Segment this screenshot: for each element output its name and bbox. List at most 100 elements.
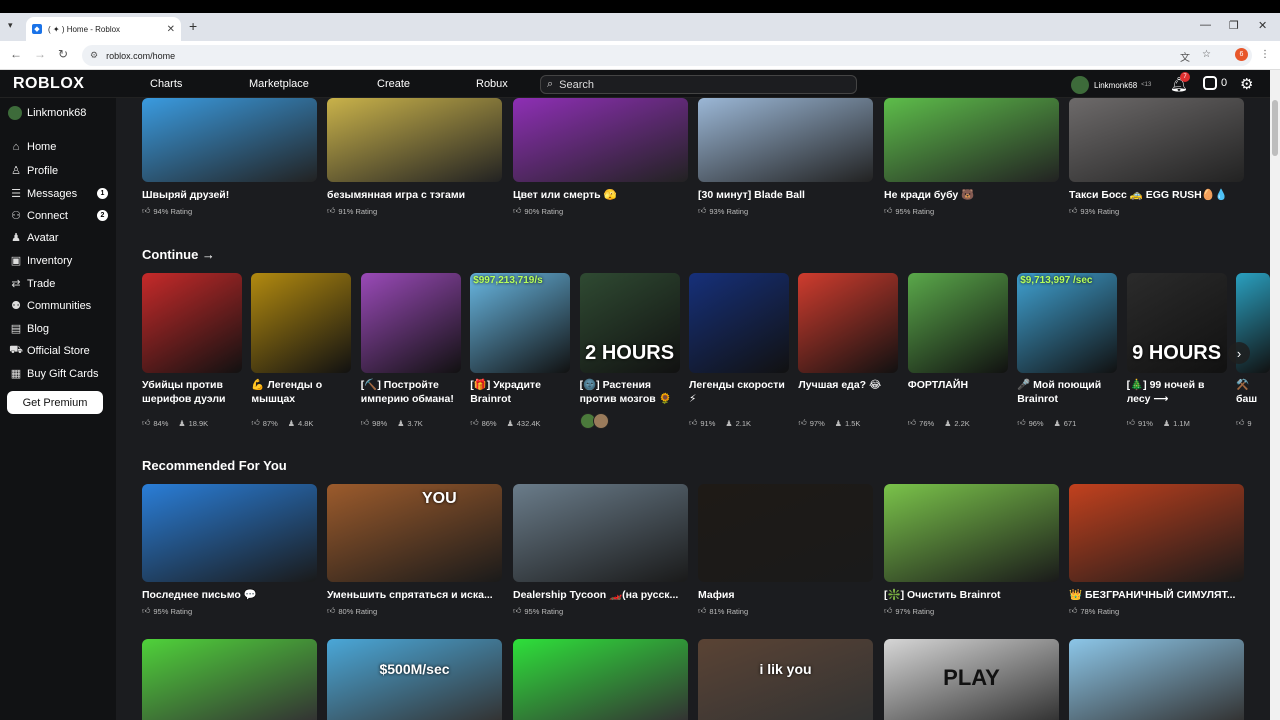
tab-search-icon[interactable]: ▾ <box>8 20 13 31</box>
header-user[interactable]: Linkmonk68 <13 <box>1071 76 1151 94</box>
game-title[interactable]: 💪 Легенды о мышцах <box>251 378 351 408</box>
game-title[interactable]: [⛏️] Постройте империю обмана! <box>361 378 461 408</box>
roblox-logo[interactable]: ROBLOX <box>13 75 84 93</box>
game-thumbnail[interactable] <box>327 98 502 182</box>
game-thumbnail[interactable] <box>798 273 899 373</box>
game-thumbnail[interactable] <box>513 98 688 182</box>
nav-create[interactable]: Create <box>377 78 410 90</box>
game-thumbnail[interactable] <box>513 639 688 720</box>
game-title[interactable]: Убийцы против шерифов дуэли <box>142 378 242 408</box>
game-thumbnail[interactable]: 2 HOURS <box>579 273 680 373</box>
close-window-icon[interactable]: ✕ <box>1258 19 1267 32</box>
game-thumbnail[interactable] <box>142 273 242 373</box>
forward-icon[interactable]: → <box>34 47 46 61</box>
get-premium-button[interactable]: Get Premium <box>7 391 103 414</box>
trade-icon: ⇄ <box>11 278 21 290</box>
sidebar-item-avatar[interactable]: ♟ Avatar <box>8 231 108 245</box>
game-thumbnail[interactable]: $997,213,719/s <box>470 273 571 373</box>
game-title[interactable]: 🎤 Мой поющий Brainrot <box>1017 378 1117 408</box>
browser-tab[interactable]: ◆ ( ✦ ) Home - Roblox ✕ <box>26 17 181 41</box>
game-thumbnail[interactable] <box>884 98 1059 182</box>
game-thumbnail[interactable] <box>1069 98 1244 182</box>
settings-gear-icon[interactable]: ⚙ <box>1240 75 1253 93</box>
robux-balance[interactable]: 0 <box>1203 76 1227 90</box>
sidebar-item-communities[interactable]: ⚉ Communities <box>8 299 108 313</box>
nav-marketplace[interactable]: Marketplace <box>249 78 309 90</box>
sidebar-item-official-store[interactable]: ⛟ Official Store <box>8 344 108 358</box>
game-thumbnail[interactable]: $9,713,997 /sec <box>1017 273 1118 373</box>
bookmark-star-icon[interactable]: ☆ <box>1202 49 1211 60</box>
game-title[interactable]: 👑 БЕЗГРАНИЧНЫЙ СИМУЛЯТ... <box>1069 588 1244 602</box>
nav-charts[interactable]: Charts <box>150 78 182 90</box>
game-title[interactable]: [🎄] 99 ночей в лесу ⟶ <box>1127 378 1227 408</box>
site-info-icon[interactable]: ⚙ <box>90 50 98 61</box>
scrollbar-thumb[interactable] <box>1272 100 1278 156</box>
game-title[interactable]: Мафия <box>698 588 873 602</box>
browser-profile-avatar[interactable]: 6 <box>1235 48 1248 61</box>
game-thumbnail[interactable] <box>1069 639 1244 720</box>
translate-icon[interactable]: 文 <box>1180 49 1190 64</box>
game-thumbnail[interactable] <box>884 484 1059 582</box>
game-thumbnail[interactable] <box>142 484 317 582</box>
sidebar-item-home[interactable]: ⌂ Home <box>8 141 108 153</box>
game-title[interactable]: [30 минут] Blade Ball <box>698 188 873 202</box>
game-title[interactable]: Такси Босс 🚕 EGG RUSH🥚💧 <box>1069 188 1244 202</box>
game-title[interactable]: ФОРТЛАЙН <box>908 378 1008 408</box>
address-bar[interactable]: ⚙ roblox.com/home <box>82 45 1252 66</box>
game-title[interactable]: Лучшая еда? 😂 <box>798 378 898 408</box>
game-thumbnail[interactable]: PLAY <box>884 639 1059 720</box>
nav-robux[interactable]: Robux <box>476 78 508 90</box>
thumbs-up-icon: 👍︎ <box>142 606 151 615</box>
game-thumbnail[interactable] <box>907 273 1008 373</box>
game-title[interactable]: Цвет или смерть 🫣 <box>513 188 688 202</box>
game-rating: 👍︎ 93% Rating <box>1069 206 1119 216</box>
game-title[interactable]: Последнее письмо 💬 <box>142 588 317 602</box>
sidebar-user[interactable]: Linkmonk68 <box>8 106 86 120</box>
game-thumbnail[interactable] <box>251 273 352 373</box>
game-thumbnail[interactable] <box>142 639 317 720</box>
game-stats: 👍︎ 91% ♟ 2.1K <box>689 418 751 428</box>
game-thumbnail[interactable]: $500M/sec <box>327 639 502 720</box>
game-title[interactable]: безымянная игра с тэгами <box>327 188 502 202</box>
page-scrollbar[interactable] <box>1270 70 1280 720</box>
game-thumbnail[interactable]: YOU <box>327 484 502 582</box>
sidebar-item-buy-gift-cards[interactable]: ▦ Buy Gift Cards <box>8 367 108 381</box>
search-input[interactable]: ⌕ Search <box>540 75 857 94</box>
game-title[interactable]: [🌚] Растения против мозгов 🌻 <box>580 378 680 408</box>
game-thumbnail[interactable] <box>1069 484 1244 582</box>
new-tab-button[interactable]: + <box>189 18 197 34</box>
sidebar-item-label: Connect <box>27 209 68 222</box>
game-title[interactable]: Уменьшить спрятаться и иска... <box>327 588 502 602</box>
browser-menu-icon[interactable]: ⋮ <box>1260 49 1270 60</box>
sidebar-item-trade[interactable]: ⇄ Trade <box>8 277 108 291</box>
sidebar-item-profile[interactable]: ♙ Profile <box>8 164 108 178</box>
game-thumbnail[interactable] <box>689 273 789 373</box>
sidebar-item-connect[interactable]: ⚇ Connect 2 <box>8 209 108 222</box>
game-title[interactable]: ⚒️ баш <box>1236 378 1270 408</box>
game-thumbnail[interactable] <box>698 98 873 182</box>
game-thumbnail[interactable] <box>142 98 317 182</box>
sidebar-item-messages[interactable]: ☰ Messages 1 <box>8 187 108 200</box>
game-title[interactable]: Не кради бубу 🐻 <box>884 188 1059 202</box>
game-title[interactable]: Легенды скорости ⚡ <box>689 378 789 408</box>
reload-icon[interactable]: ↻ <box>58 47 68 61</box>
game-title[interactable]: Dealership Tycoon 🏎️(на русск... <box>513 588 688 602</box>
sidebar-item-inventory[interactable]: ▣ Inventory <box>8 254 108 268</box>
game-title[interactable]: [❇️] Очистить Brainrot <box>884 588 1059 602</box>
back-icon[interactable]: ← <box>10 47 22 61</box>
restore-icon[interactable]: ❐ <box>1229 19 1239 32</box>
minimize-icon[interactable]: — <box>1200 19 1211 31</box>
rating-value: 76% <box>919 418 935 428</box>
game-thumbnail[interactable] <box>360 273 461 373</box>
game-thumbnail[interactable]: 9 HOURS <box>1126 273 1227 373</box>
carousel-next-button[interactable]: › <box>1228 342 1250 364</box>
game-title[interactable]: [🎁] Украдите Brainrot <box>470 378 570 408</box>
close-tab-icon[interactable]: ✕ <box>167 24 175 35</box>
game-title[interactable]: Швыряй друзей! <box>142 188 317 202</box>
game-thumbnail[interactable] <box>698 484 873 582</box>
sidebar-item-blog[interactable]: ▤ Blog <box>8 322 108 336</box>
game-thumbnail[interactable] <box>513 484 688 582</box>
game-rating: 👍︎ 80% Rating <box>327 606 377 616</box>
game-thumbnail[interactable]: i lik you <box>698 639 873 720</box>
continue-heading[interactable]: Continue → <box>142 247 215 262</box>
